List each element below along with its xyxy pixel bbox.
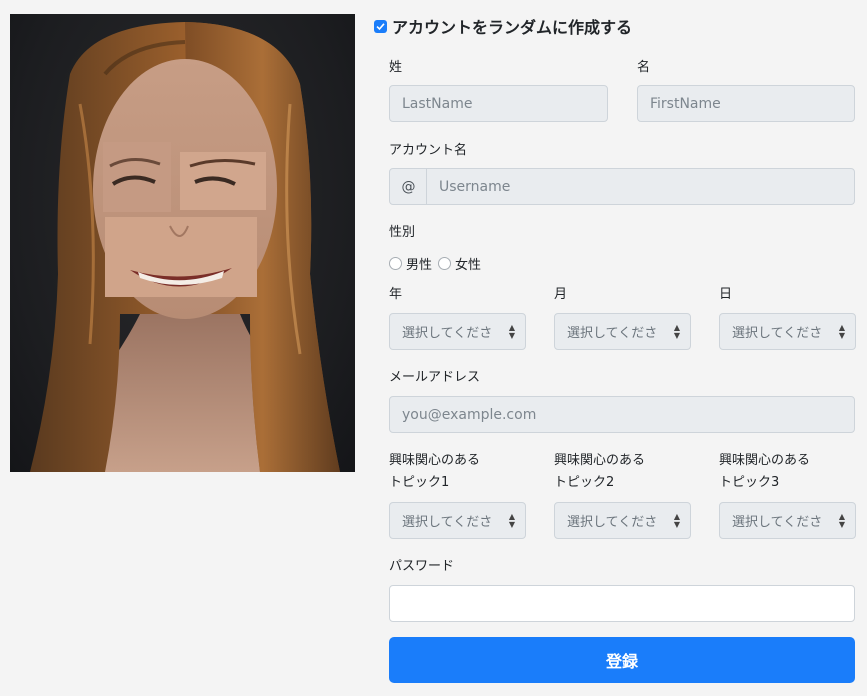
day-select-value: 選択してくださ [732, 326, 823, 341]
year-label: 年 [389, 287, 403, 302]
select-caret-icon: ▲ ▼ [838, 511, 845, 529]
email-label: メールアドレス [389, 370, 481, 385]
password-input[interactable] [389, 585, 855, 622]
month-select-value: 選択してくださ [567, 326, 658, 341]
month-select[interactable]: 選択してくださ ▲ ▼ [554, 313, 691, 350]
year-select[interactable]: 選択してくださ ▲ ▼ [389, 313, 526, 350]
select-caret-icon: ▲ ▼ [508, 322, 515, 340]
gender-label: 性別 [389, 225, 416, 240]
gender-female-option[interactable]: 女性 [438, 254, 481, 273]
topic2-select[interactable]: 選択してくださ ▲ ▼ [554, 502, 691, 539]
username-input[interactable]: Username [426, 168, 855, 205]
topic1-select[interactable]: 選択してくださ ▲ ▼ [389, 502, 526, 539]
select-caret-icon: ▲ ▼ [673, 322, 680, 340]
topic3-label-line1: 興味関心のある [719, 453, 811, 468]
topic3-label-line2: トピック3 [719, 475, 780, 490]
topic1-label-line2: トピック1 [389, 475, 450, 490]
first-name-input[interactable]: FirstName [637, 85, 855, 122]
gender-male-label: 男性 [406, 258, 433, 273]
topic2-label-line2: トピック2 [554, 475, 615, 490]
year-select-value: 選択してくださ [402, 326, 493, 341]
signup-page: アカウントをランダムに作成する 姓 LastName 名 FirstName ア… [0, 0, 867, 696]
signup-form: アカウントをランダムに作成する 姓 LastName 名 FirstName ア… [0, 0, 867, 696]
month-label: 月 [554, 287, 568, 302]
topic2-label-line1: 興味関心のある [554, 453, 646, 468]
random-account-label: アカウントをランダムに作成する [392, 18, 633, 37]
topic2-select-value: 選択してくださ [567, 515, 658, 530]
random-account-toggle[interactable]: アカウントをランダムに作成する [374, 14, 632, 38]
last-name-input[interactable]: LastName [389, 85, 608, 122]
select-caret-icon: ▲ ▼ [838, 322, 845, 340]
topic1-label-line1: 興味関心のある [389, 453, 481, 468]
account-name-label: アカウント名 [389, 143, 468, 158]
topic3-select-value: 選択してくださ [732, 515, 823, 530]
password-label: パスワード [389, 559, 455, 574]
gender-female-radio[interactable] [438, 257, 452, 270]
topic1-select-value: 選択してくださ [402, 515, 493, 530]
first-name-label: 名 [637, 60, 651, 75]
select-caret-icon: ▲ ▼ [508, 511, 515, 529]
gender-female-label: 女性 [455, 258, 482, 273]
random-account-checkbox[interactable] [374, 19, 387, 33]
day-select[interactable]: 選択してくださ ▲ ▼ [719, 313, 856, 350]
select-caret-icon: ▲ ▼ [673, 511, 680, 529]
topic3-select[interactable]: 選択してくださ ▲ ▼ [719, 502, 856, 539]
gender-male-option[interactable]: 男性 [389, 254, 432, 273]
last-name-label: 姓 [389, 60, 403, 75]
check-icon [376, 22, 385, 30]
gender-options: 男性 女性 [389, 254, 487, 273]
at-prefix: @ [389, 168, 428, 205]
register-button[interactable]: 登録 [389, 637, 855, 683]
gender-male-radio[interactable] [389, 257, 402, 270]
email-input[interactable]: you@example.com [389, 396, 855, 433]
day-label: 日 [719, 287, 733, 302]
